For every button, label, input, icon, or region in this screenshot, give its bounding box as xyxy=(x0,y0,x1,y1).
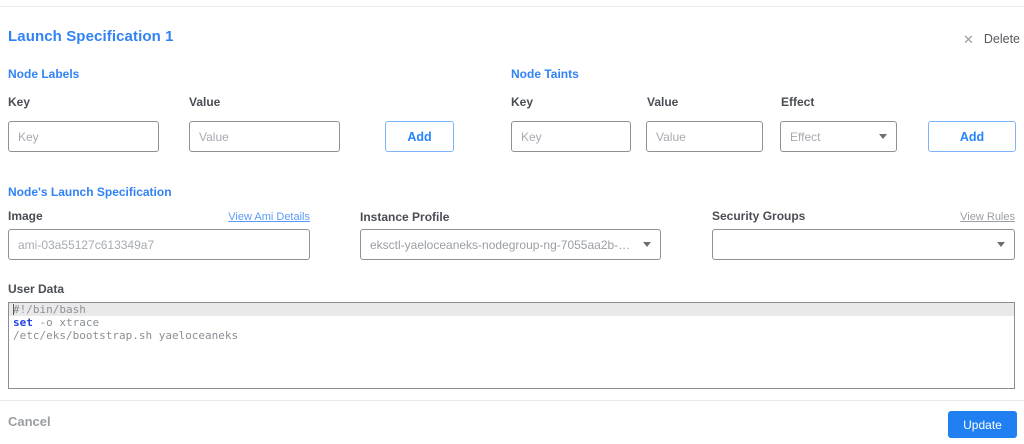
delete-button[interactable]: ✕ Delete xyxy=(963,32,1020,46)
chevron-down-icon xyxy=(879,134,887,139)
node-labels-section-title: Node Labels xyxy=(8,67,80,81)
node-taints-section-title: Node Taints xyxy=(511,67,579,81)
instance-profile-select[interactable]: eksctl-yaeloceaneks-nodegroup-ng-7055aa2… xyxy=(360,229,661,260)
code-line: /etc/eks/bootstrap.sh yaeloceaneks xyxy=(9,329,1014,342)
node-labels-add-button[interactable]: Add xyxy=(385,121,454,152)
view-rules-link[interactable]: View Rules xyxy=(960,211,1015,223)
security-groups-select[interactable] xyxy=(712,229,1015,260)
delete-button-label: Delete xyxy=(983,32,1020,46)
code-token-plain: #!/bin/bash xyxy=(13,303,86,316)
effect-select-placeholder: Effect xyxy=(790,129,821,144)
cancel-button[interactable]: Cancel xyxy=(8,414,51,429)
code-line: set -o xtrace xyxy=(9,316,1014,329)
image-label-row: Image View Ami Details xyxy=(8,209,310,223)
node-taints-effect-label: Effect xyxy=(781,95,815,109)
launch-specification-panel: Launch Specification 1 ✕ Delete Node Lab… xyxy=(0,0,1024,444)
code-token-plain: -o xtrace xyxy=(32,316,100,329)
user-data-editor[interactable]: #!/bin/bash set -o xtrace/etc/eks/bootstr… xyxy=(8,302,1015,389)
node-taints-value-input[interactable] xyxy=(646,121,763,152)
node-taints-key-label: Key xyxy=(511,95,534,109)
view-ami-details-link[interactable]: View Ami Details xyxy=(228,211,310,223)
instance-profile-label: Instance Profile xyxy=(360,210,450,224)
top-divider xyxy=(0,6,1024,7)
code-token-keyword: set xyxy=(13,316,33,329)
image-label: Image xyxy=(8,209,43,223)
node-taints-value-label: Value xyxy=(647,95,679,109)
user-data-label: User Data xyxy=(8,282,65,296)
close-icon: ✕ xyxy=(962,31,974,47)
launch-spec-section-title: Node's Launch Specification xyxy=(8,185,172,199)
footer-divider xyxy=(0,400,1024,401)
image-input[interactable] xyxy=(8,229,310,260)
instance-profile-value: eksctl-yaeloceaneks-nodegroup-ng-7055aa2… xyxy=(370,237,643,252)
chevron-down-icon xyxy=(997,242,1005,247)
node-labels-key-label: Key xyxy=(8,95,31,109)
node-labels-value-label: Value xyxy=(189,95,221,109)
update-button[interactable]: Update xyxy=(948,411,1017,438)
node-taints-key-input[interactable] xyxy=(511,121,631,152)
security-groups-label: Security Groups xyxy=(712,209,806,223)
chevron-down-icon xyxy=(643,242,651,247)
node-taints-add-button[interactable]: Add xyxy=(928,121,1016,152)
node-labels-key-input[interactable] xyxy=(8,121,159,152)
security-groups-label-row: Security Groups View Rules xyxy=(712,209,1015,223)
code-line: #!/bin/bash xyxy=(9,303,1014,316)
page-title: Launch Specification 1 xyxy=(8,28,174,45)
code-token-plain: /etc/eks/bootstrap.sh yaeloceaneks xyxy=(13,329,239,342)
node-taints-effect-select[interactable]: Effect xyxy=(780,121,897,152)
node-labels-value-input[interactable] xyxy=(189,121,340,152)
